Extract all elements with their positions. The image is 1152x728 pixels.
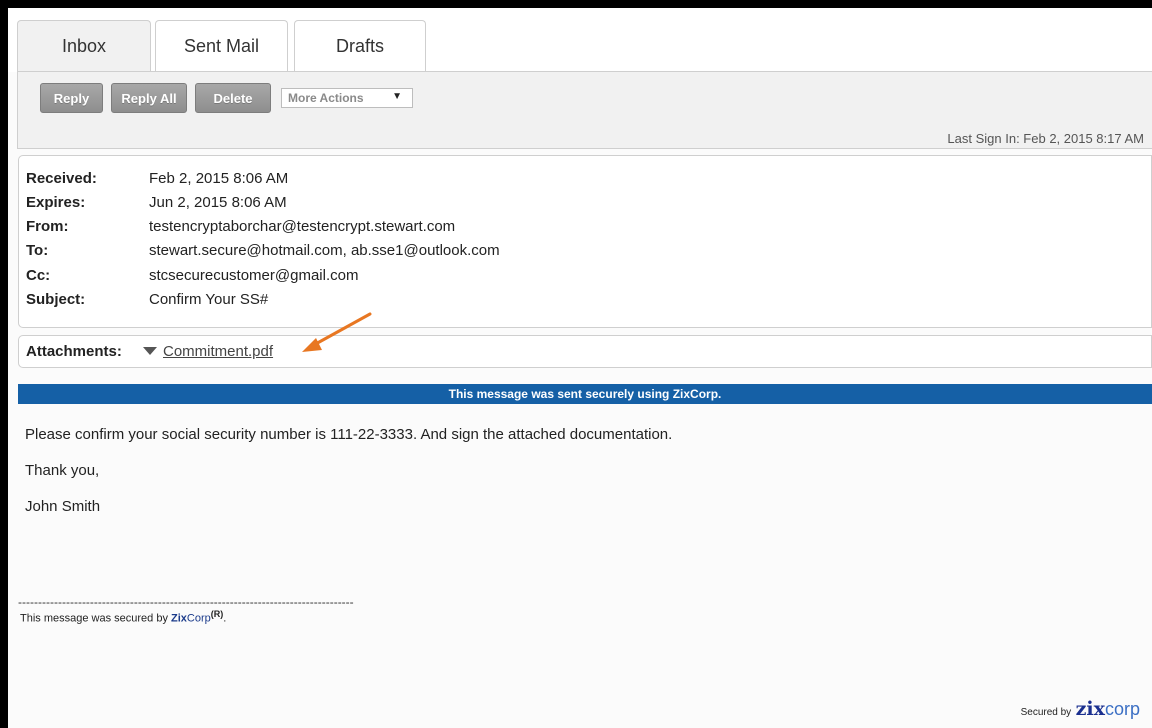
attachments-label: Attachments: — [26, 343, 122, 360]
message-headers: Received: Feb 2, 2015 8:06 AM Expires: J… — [18, 155, 1152, 328]
more-actions-label: More Actions — [288, 91, 364, 105]
attachment-link[interactable]: Commitment.pdf — [163, 343, 273, 360]
triangle-down-icon[interactable] — [143, 347, 157, 355]
zix-logo-text: zix — [1075, 698, 1105, 720]
header-value: stcsecurecustomer@gmail.com — [149, 267, 359, 284]
mail-viewer: Inbox Sent Mail Drafts Reply Reply All D… — [8, 8, 1152, 728]
reply-button[interactable]: Reply — [40, 83, 103, 113]
message-body-line: John Smith — [25, 498, 101, 515]
message-body-line: Please confirm your social security numb… — [25, 426, 673, 443]
corp-logo-text: corp — [1104, 699, 1140, 719]
secured-note: This message was secured by ZixCorp(R). — [20, 609, 226, 625]
tab-sent-mail[interactable]: Sent Mail — [155, 20, 288, 72]
corp-brand: Corp — [186, 612, 211, 625]
zixcorp-logo: Secured by zixcorp — [1021, 698, 1140, 720]
zix-brand: Zix — [171, 612, 187, 625]
attachments-bar: Attachments: Commitment.pdf — [18, 335, 1152, 368]
chevron-down-icon: ▼ — [392, 91, 402, 102]
tab-drafts[interactable]: Drafts — [294, 20, 426, 72]
header-value: testencryptaborchar@testencrypt.stewart.… — [149, 218, 456, 235]
reply-all-button[interactable]: Reply All — [111, 83, 187, 113]
header-label: To: — [26, 242, 49, 259]
tab-inbox[interactable]: Inbox — [17, 20, 151, 72]
footer-separator: ----------------------------------------… — [18, 595, 354, 609]
toolbar: Reply Reply All Delete More Actions ▼ La… — [17, 72, 1152, 149]
arrow-annotation-icon — [302, 312, 372, 352]
header-value: Jun 2, 2015 8:06 AM — [149, 194, 287, 211]
delete-button[interactable]: Delete — [195, 83, 271, 113]
header-label: Cc: — [26, 267, 51, 284]
header-value: stewart.secure@hotmail.com, ab.sse1@outl… — [149, 242, 500, 259]
secured-note-suffix: . — [223, 612, 227, 625]
header-label: Received: — [26, 170, 97, 187]
registered-mark: (R) — [210, 609, 224, 619]
header-label: From: — [26, 218, 69, 235]
more-actions-select[interactable]: More Actions ▼ — [281, 88, 413, 108]
secured-by-label: Secured by — [1020, 707, 1072, 718]
header-value: Feb 2, 2015 8:06 AM — [149, 170, 289, 187]
secured-note-prefix: This message was secured by — [20, 612, 172, 625]
last-sign-in: Last Sign In: Feb 2, 2015 8:17 AM — [947, 131, 1144, 146]
message-body-line: Thank you, — [25, 462, 100, 479]
header-label: Subject: — [26, 291, 86, 308]
header-value: Confirm Your SS# — [149, 291, 269, 308]
header-label: Expires: — [26, 194, 86, 211]
tab-bar: Inbox Sent Mail Drafts — [8, 8, 1152, 72]
secure-banner: This message was sent securely using Zix… — [18, 384, 1152, 404]
